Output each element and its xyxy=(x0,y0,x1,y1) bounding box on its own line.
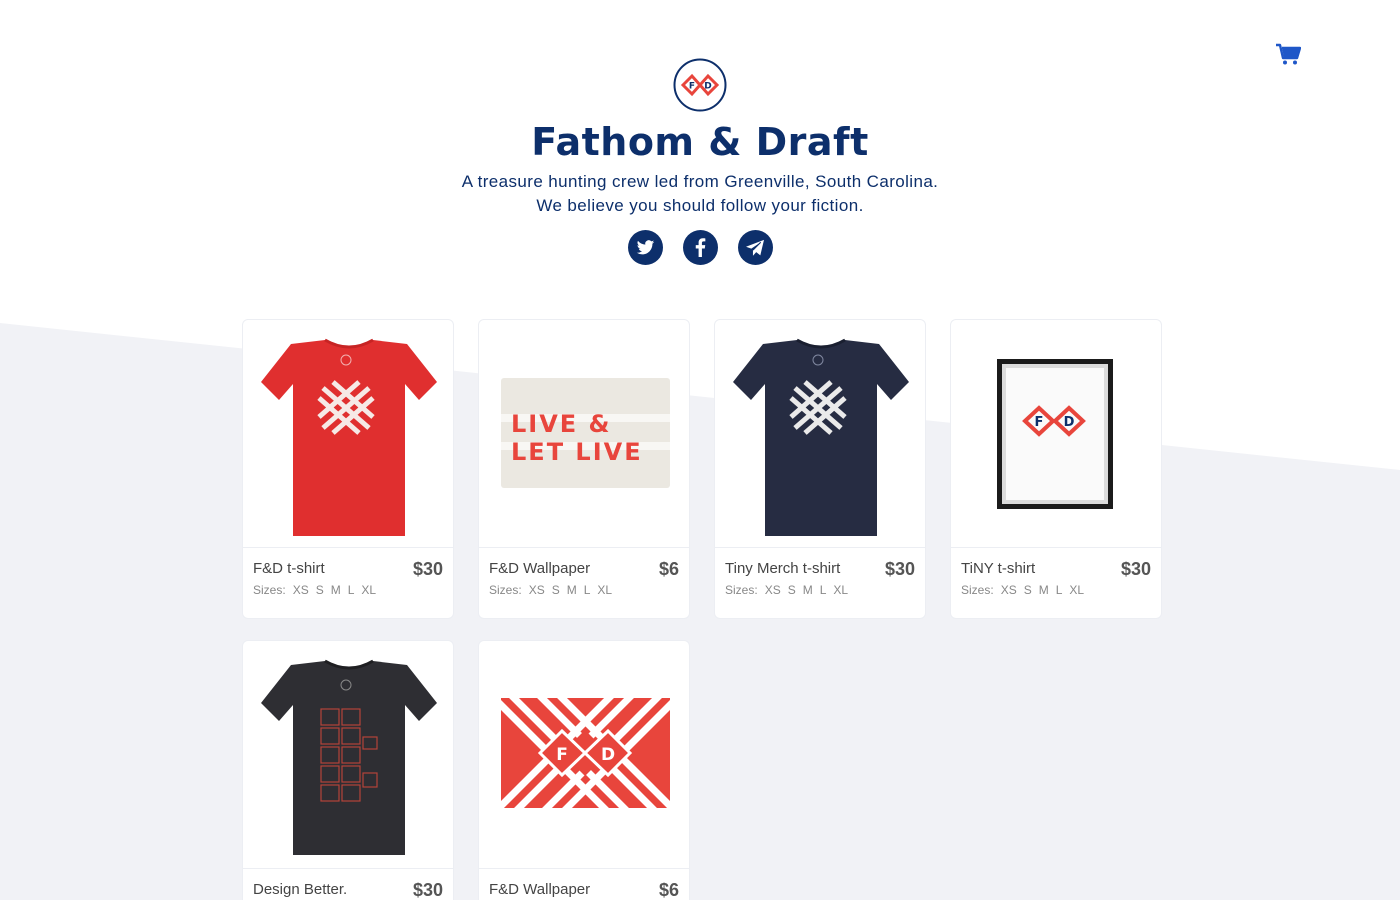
size-option: XL xyxy=(597,583,613,597)
size-option: M xyxy=(566,583,577,597)
size-option: L xyxy=(1055,583,1063,597)
product-price: $30 xyxy=(884,559,915,579)
sizes-label: Sizes: xyxy=(725,583,758,597)
size-option: XS xyxy=(528,583,545,597)
size-option: M xyxy=(330,583,341,597)
product-price: $6 xyxy=(658,559,679,579)
product-image: LIVE & LET LIVE xyxy=(479,320,689,548)
product-card[interactable]: F&D t-shirt $30 Sizes: XS S M L XL xyxy=(242,319,454,619)
product-info: TiNY t-shirt $30 Sizes: XS S M L XL xyxy=(951,548,1161,618)
product-price: $30 xyxy=(412,880,443,900)
size-option: L xyxy=(819,583,827,597)
size-option: M xyxy=(802,583,813,597)
size-option: S xyxy=(315,583,324,597)
product-info: Tiny Merch t-shirt $30 Sizes: XS S M L X… xyxy=(715,548,925,618)
size-option: M xyxy=(1038,583,1049,597)
black-tshirt-image xyxy=(261,659,437,855)
facebook-icon xyxy=(695,238,705,257)
tagline-line-1: A treasure hunting crew led from Greenvi… xyxy=(461,172,939,191)
navy-tshirt-image xyxy=(733,338,909,536)
size-option: XS xyxy=(764,583,781,597)
product-image: F D xyxy=(479,641,689,869)
twitter-icon xyxy=(636,239,654,254)
product-image xyxy=(715,320,925,548)
product-price: $30 xyxy=(412,559,443,579)
size-option: S xyxy=(787,583,796,597)
size-option: XL xyxy=(361,583,377,597)
product-info: Design Better. $30 xyxy=(243,869,453,900)
social-links xyxy=(0,230,1400,265)
product-name: F&D Wallpaper xyxy=(489,881,591,898)
product-card[interactable]: Tiny Merch t-shirt $30 Sizes: XS S M L X… xyxy=(714,319,926,619)
size-option: XL xyxy=(833,583,849,597)
page-title: Fathom & Draft xyxy=(531,120,869,164)
fd-pattern-wallpaper-image: F D xyxy=(501,698,670,808)
size-option: S xyxy=(1023,583,1032,597)
size-option: S xyxy=(551,583,560,597)
size-option: L xyxy=(583,583,591,597)
wallpaper-letter-d: D xyxy=(601,745,615,765)
print-letter-f: F xyxy=(1035,415,1044,430)
logo-letter-d: D xyxy=(704,82,711,92)
product-price: $30 xyxy=(1120,559,1151,579)
product-info: F&D Wallpaper $6 Sizes: XS S M L XL xyxy=(479,548,689,618)
sizes-label: Sizes: xyxy=(961,583,994,597)
wallpaper-text-1: LIVE & xyxy=(511,410,611,438)
product-info: F&D Wallpaper $6 xyxy=(479,869,689,900)
brand-logo: F D xyxy=(673,58,727,112)
size-option: XL xyxy=(1069,583,1085,597)
product-sizes: Sizes: XS S M L XL xyxy=(961,583,1151,597)
telegram-icon xyxy=(746,239,764,256)
telegram-link[interactable] xyxy=(737,230,773,265)
product-card[interactable]: F D TiNY t-shirt $30 Sizes: XS S M L XL xyxy=(950,319,1162,619)
logo-letter-f: F xyxy=(689,82,695,92)
red-tshirt-image xyxy=(261,338,437,536)
twitter-link[interactable] xyxy=(627,230,663,265)
size-option: XS xyxy=(1000,583,1017,597)
product-image xyxy=(243,320,453,548)
product-card[interactable]: F D F&D Wallpaper $6 xyxy=(478,640,690,900)
product-image: F D xyxy=(951,320,1161,548)
product-card[interactable]: Design Better. $30 xyxy=(242,640,454,900)
sizes-label: Sizes: xyxy=(489,583,522,597)
size-option: L xyxy=(347,583,355,597)
print-letter-d: D xyxy=(1064,415,1075,430)
wallpaper-letter-f: F xyxy=(556,745,568,765)
product-image xyxy=(243,641,453,869)
framed-print-image: F D xyxy=(997,359,1113,509)
product-name: F&D Wallpaper xyxy=(489,560,591,577)
product-sizes: Sizes: XS S M L XL xyxy=(725,583,915,597)
facebook-link[interactable] xyxy=(682,230,718,265)
tagline: A treasure hunting crew led from Greenvi… xyxy=(0,170,1400,218)
product-sizes: Sizes: XS S M L XL xyxy=(253,583,443,597)
product-card[interactable]: LIVE & LET LIVE F&D Wallpaper $6 Sizes: … xyxy=(478,319,690,619)
size-option: XS xyxy=(292,583,309,597)
product-price: $6 xyxy=(658,880,679,900)
live-and-let-live-wallpaper-image: LIVE & LET LIVE xyxy=(501,378,670,488)
tagline-line-2: We believe you should follow your fictio… xyxy=(536,196,864,215)
product-sizes: Sizes: XS S M L XL xyxy=(489,583,679,597)
site-header: F D Fathom & Draft A treasure hunting cr… xyxy=(0,58,1400,265)
wallpaper-text-2: LET LIVE xyxy=(511,438,643,466)
sizes-label: Sizes: xyxy=(253,583,286,597)
product-info: F&D t-shirt $30 Sizes: XS S M L XL xyxy=(243,548,453,618)
